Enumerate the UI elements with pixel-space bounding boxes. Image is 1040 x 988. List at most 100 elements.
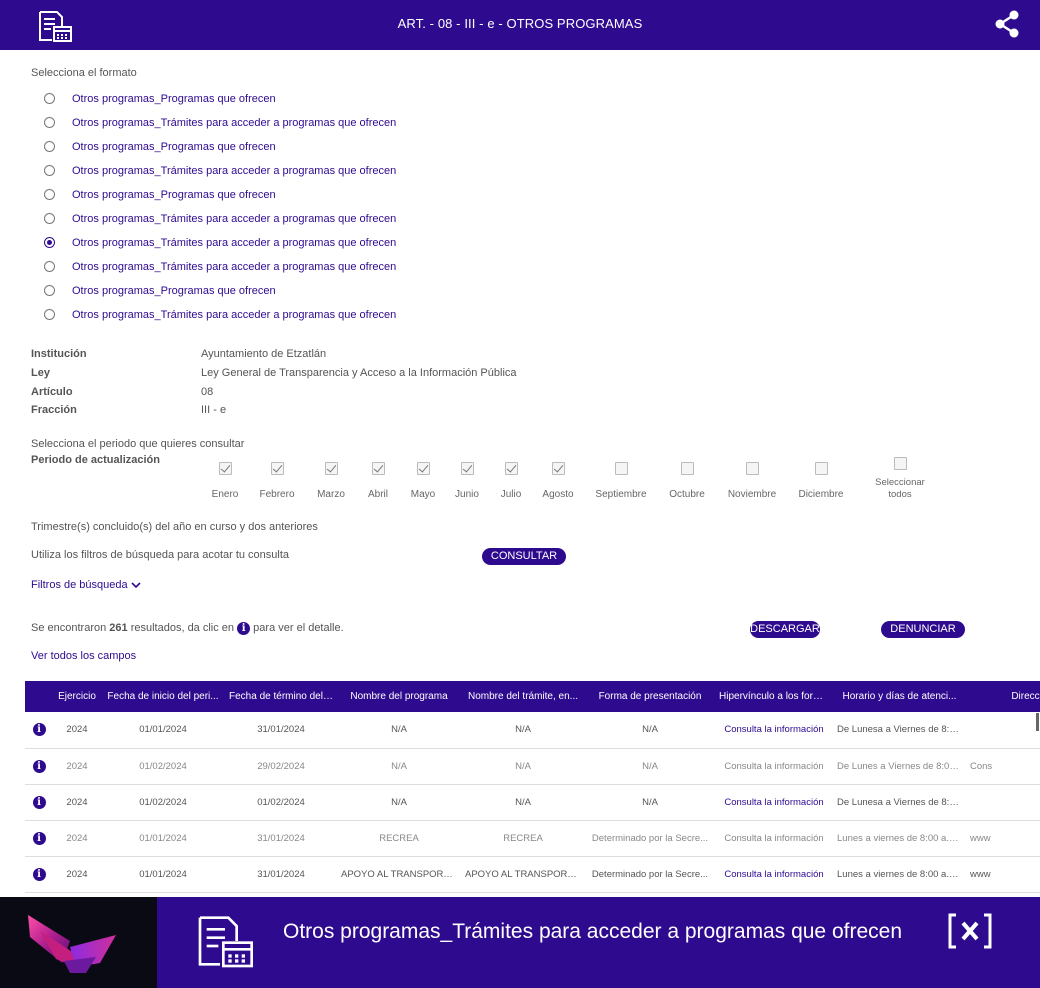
consulta-link[interactable]: Consulta la información — [715, 712, 833, 749]
column-header[interactable]: Hipervínculo a los form... — [715, 681, 833, 712]
format-option-label[interactable]: Otros programas_Trámites para acceder a … — [72, 309, 396, 321]
format-option-label[interactable]: Otros programas_Programas que ofrecen — [72, 141, 276, 153]
table-cell: RECREA — [337, 820, 461, 857]
column-header[interactable]: Forma de presentación — [585, 681, 715, 712]
checkbox[interactable] — [416, 462, 430, 475]
radio-button[interactable] — [44, 117, 55, 128]
filters-toggle[interactable]: Filtros de búsqueda — [31, 579, 141, 591]
table-body: i 2024 01/01/2024 31/01/2024 N/A N/A N/A Consul… — [25, 712, 1040, 893]
month-checkbox-octubre[interactable]: Octubre — [652, 462, 722, 501]
radio-button[interactable] — [44, 285, 55, 296]
table-cell: www — [966, 820, 1040, 857]
row-info-cell[interactable]: i — [25, 712, 53, 749]
table-scrollbar[interactable] — [1036, 713, 1039, 731]
table-cell: 31/01/2024 — [225, 820, 337, 857]
radio-button[interactable] — [44, 261, 55, 272]
column-header[interactable]: Fecha de término del p... — [225, 681, 337, 712]
info-icon[interactable]: i — [32, 867, 46, 881]
column-header[interactable]: Nombre del programa — [337, 681, 461, 712]
format-option-label[interactable]: Otros programas_Trámites para acceder a … — [72, 165, 396, 177]
document-calendar-icon — [198, 916, 253, 968]
format-option-label[interactable]: Otros programas_Trámites para acceder a … — [72, 237, 396, 249]
checkbox[interactable] — [460, 462, 474, 475]
consulta-link[interactable]: Consulta la información — [715, 748, 833, 785]
radio-button[interactable] — [44, 165, 55, 176]
results-suffix-a: resultados, da clic en — [130, 622, 235, 634]
format-option-label[interactable]: Otros programas_Programas que ofrecen — [72, 93, 276, 105]
page-title: ART. - 08 - III - e - OTROS PROGRAMAS — [397, 16, 643, 31]
month-label: Agosto — [542, 489, 574, 500]
info-icon[interactable]: i — [32, 831, 46, 845]
consultar-button[interactable]: CONSULTAR — [482, 548, 566, 565]
format-option-label[interactable]: Otros programas_Programas que ofrecen — [72, 189, 276, 201]
info-icon[interactable]: i — [32, 723, 46, 737]
month-checkbox-diciembre[interactable]: Diciembre — [786, 462, 856, 501]
radio-button[interactable] — [44, 141, 55, 152]
checkbox[interactable] — [270, 462, 284, 475]
table-row[interactable]: i 2024 01/01/2024 31/01/2024 APOYO AL TRANSP… — [25, 856, 1040, 893]
consulta-link[interactable]: Consulta la información — [715, 784, 833, 821]
checkbox[interactable] — [371, 462, 385, 475]
checkbox[interactable] — [680, 462, 694, 475]
institucion-label: Institución — [31, 348, 87, 360]
info-icon[interactable]: i — [32, 759, 46, 773]
chevron-down-icon — [131, 582, 141, 589]
month-checkbox-agosto[interactable]: Agosto — [523, 462, 593, 501]
format-option-label[interactable]: Otros programas_Programas que ofrecen — [72, 285, 276, 297]
articulo-label: Artículo — [31, 386, 73, 398]
radio-button[interactable] — [44, 213, 55, 224]
month-checkbox-noviembre[interactable]: Noviembre — [717, 462, 787, 501]
results-table-container[interactable]: Ejercicio Fecha de inicio del peri... Fech… — [25, 681, 1040, 893]
checkbox[interactable] — [504, 462, 518, 475]
radio-button[interactable] — [44, 309, 55, 320]
column-header[interactable] — [25, 681, 53, 712]
checkbox[interactable] — [814, 462, 828, 475]
format-option-label[interactable]: Otros programas_Trámites para acceder a … — [72, 261, 396, 273]
radio-button[interactable] — [44, 189, 55, 200]
radio-button[interactable] — [44, 93, 55, 104]
denunciar-button[interactable]: DENUNCIAR — [881, 621, 965, 638]
descargar-button[interactable]: DESCARGAR — [750, 621, 820, 638]
checkbox[interactable] — [745, 462, 759, 475]
checkbox[interactable] — [551, 462, 565, 475]
radio-button[interactable] — [44, 237, 55, 248]
format-option-label[interactable]: Otros programas_Trámites para acceder a … — [72, 117, 396, 129]
table-row[interactable]: i 2024 01/02/2024 29/02/2024 N/A N/A N/A Consul… — [25, 748, 1040, 785]
periodo-label: Periodo de actualización — [31, 454, 160, 466]
table-cell: 01/02/2024 — [225, 784, 337, 821]
checkbox[interactable] — [614, 462, 628, 475]
periodo-prompt: Selecciona el periodo que quieres consul… — [31, 438, 245, 450]
column-header[interactable]: Fecha de inicio del peri... — [101, 681, 225, 712]
row-info-cell[interactable]: i — [25, 820, 53, 857]
table-cell: 31/01/2024 — [225, 856, 337, 893]
table-cell: 2024 — [53, 856, 101, 893]
table-row[interactable]: i 2024 01/02/2024 01/02/2024 N/A N/A N/A Consul… — [25, 784, 1040, 821]
table-row[interactable]: i 2024 01/01/2024 31/01/2024 N/A N/A N/A Consul… — [25, 712, 1040, 749]
checkbox[interactable] — [324, 462, 338, 475]
row-info-cell[interactable]: i — [25, 856, 53, 893]
close-icon[interactable] — [948, 911, 992, 951]
select-all-label: Seleccionar todos — [875, 477, 925, 500]
column-header[interactable]: Direcc — [966, 681, 1040, 712]
top-header: ART. - 08 - III - e - OTROS PROGRAMAS — [0, 0, 1040, 50]
row-info-cell[interactable]: i — [25, 748, 53, 785]
table-cell: De Lunesa a Viernes de 8:00... — [833, 784, 966, 821]
table-row[interactable]: i 2024 01/01/2024 31/01/2024 RECREA RECREA Det… — [25, 820, 1040, 857]
table-cell: 01/01/2024 — [101, 820, 225, 857]
consulta-link[interactable]: Consulta la información — [715, 820, 833, 857]
row-info-cell[interactable]: i — [25, 784, 53, 821]
format-option-label[interactable]: Otros programas_Trámites para acceder a … — [72, 213, 396, 225]
select-all-checkbox[interactable]: Seleccionar todos — [865, 457, 935, 501]
institucion-value: Ayuntamiento de Etzatlán — [201, 348, 327, 360]
info-icon[interactable]: i — [32, 795, 46, 809]
column-header[interactable]: Horario y días de atenci... — [833, 681, 966, 712]
column-header[interactable]: Ejercicio — [53, 681, 101, 712]
column-header[interactable]: Nombre del trámite, en... — [461, 681, 585, 712]
ver-todos-link[interactable]: Ver todos los campos — [31, 650, 136, 662]
select-all-box[interactable] — [893, 457, 907, 470]
checkbox[interactable] — [218, 462, 232, 475]
consulta-link[interactable]: Consulta la información — [715, 856, 833, 893]
filters-toggle-label: Filtros de búsqueda — [31, 579, 128, 591]
share-icon[interactable] — [994, 10, 1020, 38]
month-checkbox-septiembre[interactable]: Septiembre — [586, 462, 656, 501]
